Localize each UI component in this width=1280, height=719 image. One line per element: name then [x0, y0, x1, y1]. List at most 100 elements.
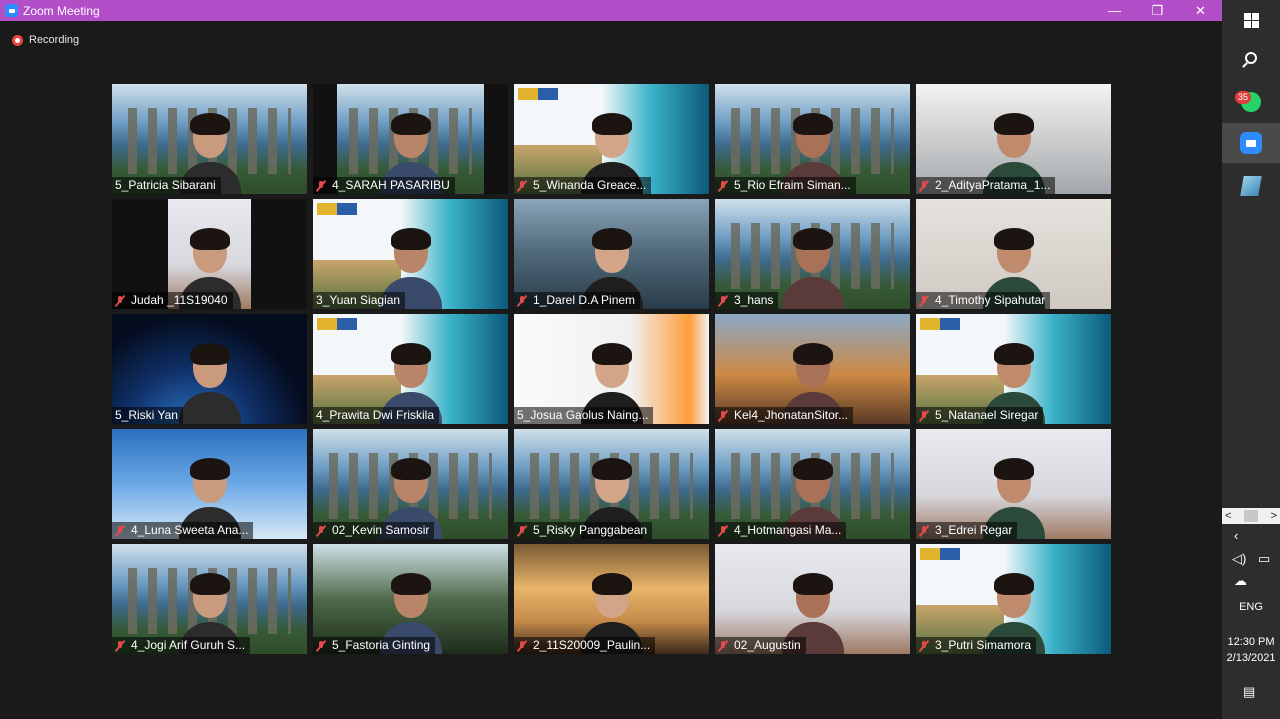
mic-muted-icon: [718, 410, 728, 422]
participant-name: 3_Yuan Siagian: [316, 293, 401, 307]
tray-chevron-icon[interactable]: ‹: [1234, 528, 1238, 543]
search-icon: [1245, 52, 1257, 64]
participant-tile[interactable]: 02_Kevin Samosir: [313, 429, 508, 539]
mic-muted-icon: [517, 525, 527, 537]
mic-muted-icon: [517, 180, 527, 192]
participant-tile[interactable]: 5_Patricia Sibarani: [112, 84, 307, 194]
mic-muted-icon: [919, 180, 929, 192]
participant-name-tag: 5_Riski Yan: [112, 407, 183, 424]
participant-name: 4_Jogi Arif Guruh S...: [131, 638, 246, 652]
recording-indicator[interactable]: Recording: [12, 34, 79, 46]
participant-name-tag: 02_Kevin Samosir: [313, 522, 435, 539]
participant-name: 5_Fastoria Ginting: [332, 638, 431, 652]
participant-gallery: 5_Patricia Sibarani 4_SARAH PASARIBU 5_Win…: [112, 84, 1111, 656]
participant-name: 5_Winanda Greace...: [533, 178, 647, 192]
scroll-left-button[interactable]: <: [1225, 510, 1231, 522]
participant-tile[interactable]: 4_Luna Sweeta Ana...: [112, 429, 307, 539]
participant-name-tag: 5_Risky Panggabean: [514, 522, 653, 539]
close-button[interactable]: ✕: [1179, 0, 1222, 21]
participant-tile[interactable]: 3_Putri Simamora: [916, 544, 1111, 654]
mic-muted-icon: [115, 295, 125, 307]
participant-tile[interactable]: 4_Hotmangasi Ma...: [715, 429, 910, 539]
participant-tile[interactable]: 5_Josua Gaolus Naing...: [514, 314, 709, 424]
participant-name-tag: 4_Jogi Arif Guruh S...: [112, 637, 251, 654]
window-controls: — ❐ ✕: [1093, 0, 1222, 21]
participant-tile[interactable]: 5_Natanael Siregar: [916, 314, 1111, 424]
participant-name-tag: Judah _11S19040: [112, 292, 233, 309]
windows-logo-icon: [1243, 12, 1259, 28]
taskbar-scrollbar[interactable]: < >: [1222, 508, 1280, 524]
record-icon: [12, 34, 23, 46]
meeting-area: Recording 5_Patricia Sibarani 4_SARAH PAS…: [0, 21, 1222, 719]
participant-name: 1_Darel D.A Pinem: [533, 293, 636, 307]
participant-name: 5_Riski Yan: [115, 408, 178, 422]
mic-muted-icon: [115, 640, 125, 652]
participant-name-tag: 5_Josua Gaolus Naing...: [514, 407, 654, 424]
participant-tile[interactable]: Kel4_JhonatanSitor...: [715, 314, 910, 424]
participant-name-tag: 2_AdityaPratama_1...: [916, 177, 1056, 194]
minimize-button[interactable]: —: [1093, 0, 1136, 21]
participant-tile[interactable]: 4_SARAH PASARIBU: [313, 84, 508, 194]
scroll-thumb[interactable]: [1244, 510, 1258, 522]
start-button[interactable]: [1222, 0, 1280, 40]
recording-label: Recording: [29, 34, 80, 46]
participant-name-tag: 3_Yuan Siagian: [313, 292, 406, 309]
participant-name-tag: 4_Timothy Sipahutar: [916, 292, 1051, 309]
participant-name: 4_Timothy Sipahutar: [935, 293, 1046, 307]
participant-name-tag: 5_Natanael Siregar: [916, 407, 1044, 424]
participant-tile[interactable]: 2_11S20009_Paulin...: [514, 544, 709, 654]
participant-name-tag: Kel4_JhonatanSitor...: [715, 407, 854, 424]
participant-name: 5_Natanael Siregar: [935, 408, 1039, 422]
participant-tile[interactable]: 5_Rio Efraim Siman...: [715, 84, 910, 194]
participant-name-tag: 4_Luna Sweeta Ana...: [112, 522, 254, 539]
participant-tile[interactable]: 3_Yuan Siagian: [313, 199, 508, 309]
scroll-right-button[interactable]: >: [1271, 510, 1277, 522]
participant-tile[interactable]: 4_Timothy Sipahutar: [916, 199, 1111, 309]
participant-name-tag: 3_Edrei Regar: [916, 522, 1018, 539]
mic-muted-icon: [316, 640, 326, 652]
participant-tile[interactable]: 5_Riski Yan: [112, 314, 307, 424]
participant-name: 3_Edrei Regar: [935, 523, 1013, 537]
notes-taskbar-button[interactable]: [1222, 166, 1280, 206]
participant-tile[interactable]: 5_Fastoria Ginting: [313, 544, 508, 654]
action-center-icon[interactable]: ▤: [1243, 684, 1255, 700]
participant-name-tag: 4_SARAH PASARIBU: [313, 177, 455, 194]
participant-name-tag: 2_11S20009_Paulin...: [514, 637, 656, 654]
mic-muted-icon: [517, 295, 527, 307]
restore-button[interactable]: ❐: [1136, 0, 1179, 21]
mic-muted-icon: [115, 525, 125, 537]
participant-tile[interactable]: 4_Jogi Arif Guruh S...: [112, 544, 307, 654]
search-button[interactable]: [1222, 38, 1280, 78]
zoom-taskbar-button[interactable]: [1222, 123, 1280, 163]
participant-name-tag: 3_Putri Simamora: [916, 637, 1037, 654]
participant-tile[interactable]: Judah _11S19040: [112, 199, 307, 309]
participant-tile[interactable]: 02_Augustin: [715, 544, 910, 654]
mic-muted-icon: [919, 525, 929, 537]
language-indicator[interactable]: ENG: [1222, 601, 1280, 613]
participant-tile[interactable]: 3_hans: [715, 199, 910, 309]
battery-icon[interactable]: ▭: [1258, 551, 1270, 567]
mic-muted-icon: [316, 525, 326, 537]
participant-name-tag: 3_hans: [715, 292, 779, 309]
participant-tile[interactable]: 5_Winanda Greace...: [514, 84, 709, 194]
clock-time[interactable]: 12:30 PM: [1222, 636, 1280, 648]
participant-tile[interactable]: 1_Darel D.A Pinem: [514, 199, 709, 309]
participant-name: Kel4_JhonatanSitor...: [734, 408, 849, 422]
volume-icon[interactable]: ◁): [1232, 551, 1246, 567]
participant-name-tag: 5_Patricia Sibarani: [112, 177, 221, 194]
participant-tile[interactable]: 5_Risky Panggabean: [514, 429, 709, 539]
mic-muted-icon: [919, 410, 929, 422]
whatsapp-taskbar-button[interactable]: 35: [1222, 82, 1280, 122]
participant-name-tag: 5_Fastoria Ginting: [313, 637, 436, 654]
mic-muted-icon: [316, 180, 326, 192]
participant-tile[interactable]: 3_Edrei Regar: [916, 429, 1111, 539]
mic-muted-icon: [718, 295, 728, 307]
participant-tile[interactable]: 4_Prawita Dwi Friskila: [313, 314, 508, 424]
participant-tile[interactable]: 2_AdityaPratama_1...: [916, 84, 1111, 194]
mic-muted-icon: [919, 640, 929, 652]
participant-name: 5_Risky Panggabean: [533, 523, 648, 537]
onedrive-cloud-icon[interactable]: ☁: [1234, 573, 1247, 589]
mic-muted-icon: [718, 525, 728, 537]
clock-date[interactable]: 2/13/2021: [1222, 652, 1280, 664]
mic-muted-icon: [718, 640, 728, 652]
